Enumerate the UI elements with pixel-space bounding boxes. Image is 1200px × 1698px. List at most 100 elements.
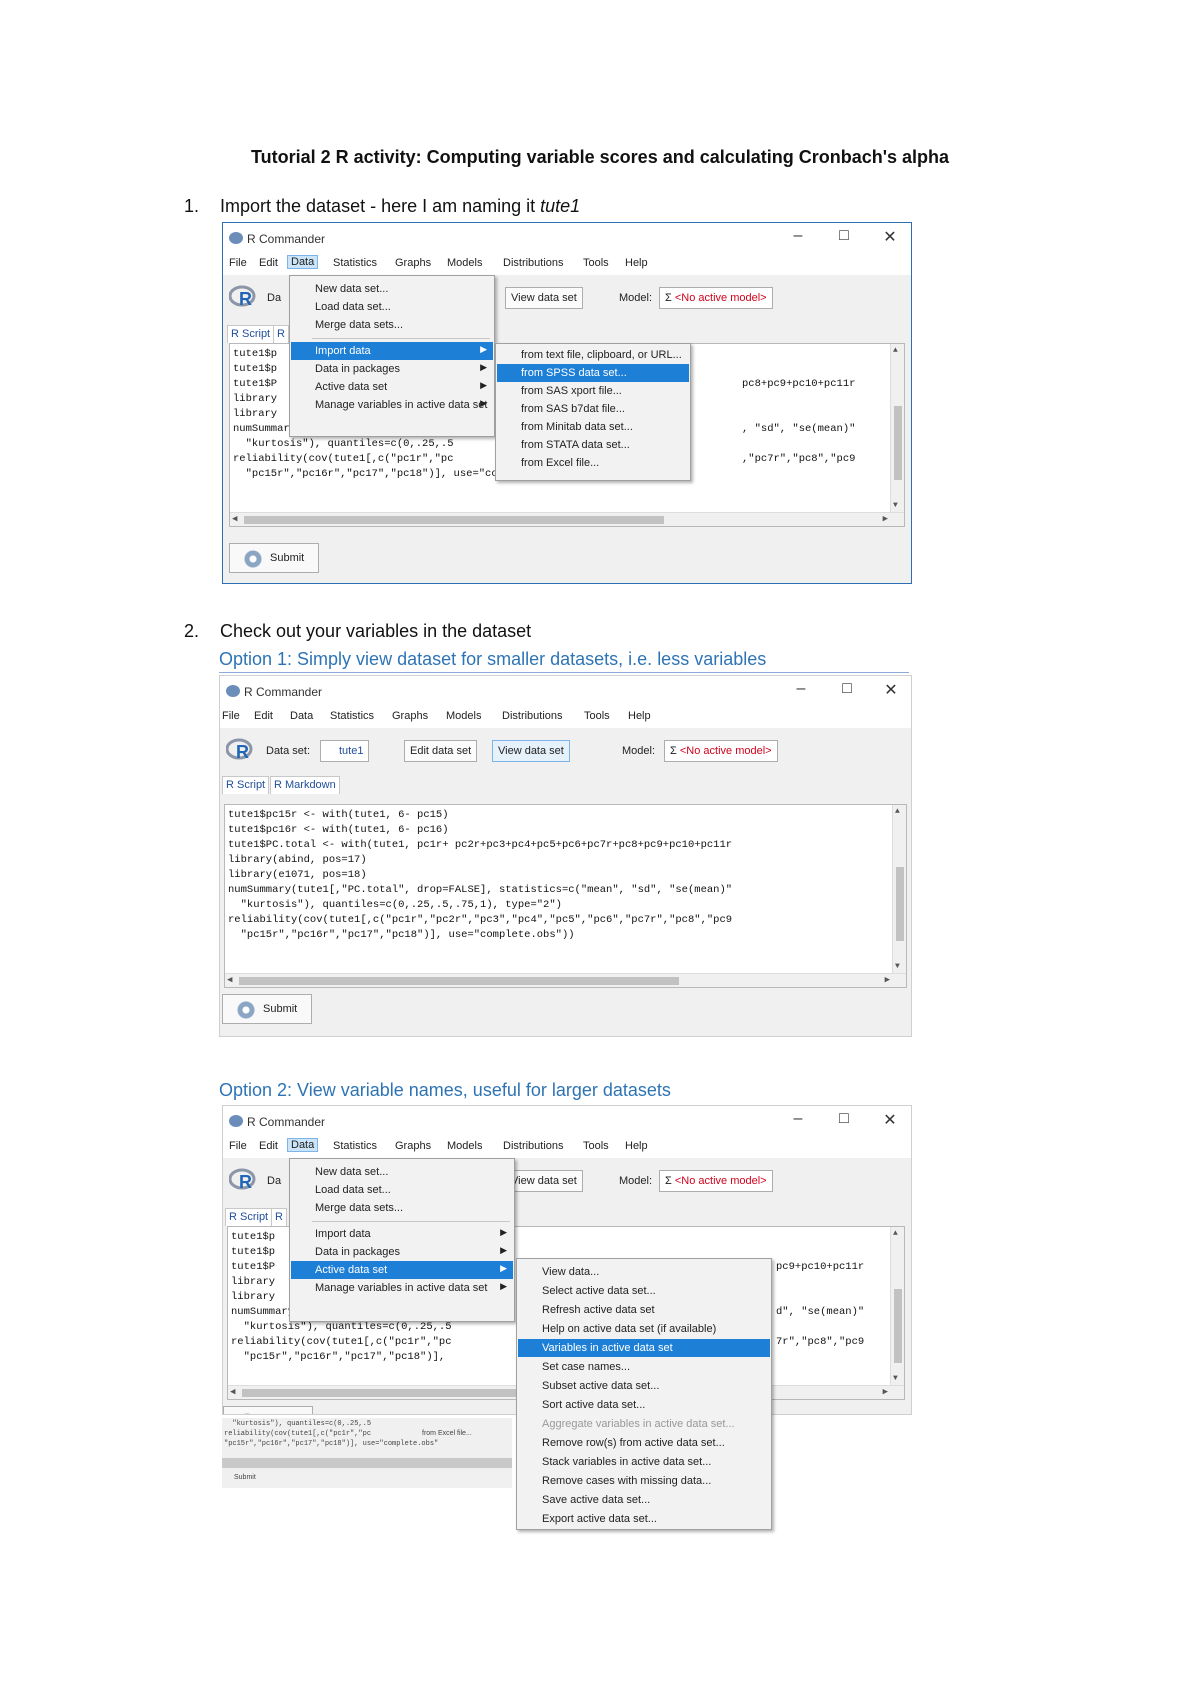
menu-item-load-dataset[interactable]: Load data set... <box>291 298 493 316</box>
menu-file[interactable]: File <box>222 710 240 722</box>
scroll-down-icon[interactable]: ▼ <box>893 1374 898 1383</box>
close-icon[interactable]: ✕ <box>875 227 905 247</box>
menu-models[interactable]: Models <box>447 257 482 269</box>
model-selector[interactable]: Σ <No active model> <box>659 287 773 309</box>
model-selector[interactable]: Σ <No active model> <box>664 740 778 762</box>
menu-item-from-spss[interactable]: from SPSS data set... <box>497 364 689 382</box>
tab-r-markdown[interactable]: R <box>271 1208 287 1226</box>
menu-tools[interactable]: Tools <box>583 1140 609 1152</box>
menu-item-active-dataset[interactable]: Active data set ▶ <box>291 378 493 396</box>
menu-item-manage-variables[interactable]: Manage variables in active data set ▶ <box>291 396 493 414</box>
tab-r-markdown[interactable]: R <box>273 325 289 343</box>
menu-distributions[interactable]: Distributions <box>503 1140 564 1152</box>
menu-item-from-sas-xport[interactable]: from SAS xport file... <box>497 382 689 400</box>
vertical-scrollbar[interactable]: ▲ ▼ <box>892 805 906 973</box>
scroll-thumb[interactable] <box>894 1289 902 1363</box>
menu-models[interactable]: Models <box>446 710 481 722</box>
menu-item-import-data[interactable]: Import data ▶ <box>291 1225 513 1243</box>
close-icon[interactable]: ✕ <box>876 680 906 700</box>
minimize-icon[interactable]: – <box>783 1110 813 1128</box>
scroll-up-icon[interactable]: ▲ <box>893 346 898 355</box>
menu-help[interactable]: Help <box>625 257 648 269</box>
menu-item-load-dataset[interactable]: Load data set... <box>291 1181 513 1199</box>
menu-item-from-stata[interactable]: from STATA data set... <box>497 436 689 454</box>
scroll-right-icon[interactable]: ▶ <box>883 514 888 524</box>
menu-item-select-active-dataset[interactable]: Select active data set... <box>518 1282 770 1300</box>
tab-r-script[interactable]: R Script <box>225 1208 273 1226</box>
menu-tools[interactable]: Tools <box>584 710 610 722</box>
menu-item-variables-in-active-dataset[interactable]: Variables in active data set <box>518 1339 770 1357</box>
menu-item-from-excel[interactable]: from Excel file... <box>497 454 689 472</box>
menu-item-remove-missing-cases[interactable]: Remove cases with missing data... <box>518 1472 770 1490</box>
menu-distributions[interactable]: Distributions <box>503 257 564 269</box>
menu-edit[interactable]: Edit <box>254 710 273 722</box>
menu-item-merge-datasets[interactable]: Merge data sets... <box>291 316 493 334</box>
menu-statistics[interactable]: Statistics <box>333 1140 377 1152</box>
menu-help[interactable]: Help <box>625 1140 648 1152</box>
scroll-down-icon[interactable]: ▼ <box>895 962 900 971</box>
menu-graphs[interactable]: Graphs <box>395 1140 431 1152</box>
menu-edit[interactable]: Edit <box>259 1140 278 1152</box>
scroll-thumb[interactable] <box>894 406 902 480</box>
scroll-left-icon[interactable]: ◀ <box>232 514 237 524</box>
menu-item-remove-rows[interactable]: Remove row(s) from active data set... <box>518 1434 770 1452</box>
menu-item-export-active-dataset[interactable]: Export active data set... <box>518 1510 770 1528</box>
menu-graphs[interactable]: Graphs <box>395 257 431 269</box>
scroll-thumb[interactable] <box>896 867 904 941</box>
view-dataset-button[interactable]: View data set <box>492 740 570 762</box>
model-selector[interactable]: Σ <No active model> <box>659 1170 773 1192</box>
menu-item-sort-active-dataset[interactable]: Sort active data set... <box>518 1396 770 1414</box>
menu-item-from-sas-b7dat[interactable]: from SAS b7dat file... <box>497 400 689 418</box>
view-dataset-button[interactable]: View data set <box>505 287 583 309</box>
menu-distributions[interactable]: Distributions <box>502 710 563 722</box>
edit-dataset-button[interactable]: Edit data set <box>404 740 478 762</box>
view-dataset-button[interactable]: View data set <box>505 1170 583 1192</box>
script-editor[interactable]: tute1$pc15r <- with(tute1, 6- pc15) tute… <box>224 804 907 988</box>
menu-file[interactable]: File <box>229 1140 247 1152</box>
scroll-up-icon[interactable]: ▲ <box>893 1229 898 1238</box>
scroll-right-icon[interactable]: ▶ <box>883 1387 888 1397</box>
menu-statistics[interactable]: Statistics <box>333 257 377 269</box>
scroll-left-icon[interactable]: ◀ <box>227 975 232 985</box>
submit-button[interactable]: Submit <box>229 543 319 573</box>
menu-item-active-dataset[interactable]: Active data set ▶ <box>291 1261 513 1279</box>
menu-item-set-case-names[interactable]: Set case names... <box>518 1358 770 1376</box>
scroll-left-icon[interactable]: ◀ <box>230 1387 235 1397</box>
menu-item-view-data[interactable]: View data... <box>518 1263 770 1281</box>
minimize-icon[interactable]: – <box>783 227 813 245</box>
menu-models[interactable]: Models <box>447 1140 482 1152</box>
menu-data[interactable]: Data <box>287 255 319 269</box>
vertical-scrollbar[interactable]: ▲ ▼ <box>890 344 904 512</box>
tab-r-markdown[interactable]: R Markdown <box>270 776 340 794</box>
menu-item-subset-active-dataset[interactable]: Subset active data set... <box>518 1377 770 1395</box>
vertical-scrollbar[interactable]: ▲ ▼ <box>890 1227 904 1385</box>
menu-item-import-data[interactable]: Import data ▶ <box>291 342 493 360</box>
menu-item-stack-variables[interactable]: Stack variables in active data set... <box>518 1453 770 1471</box>
menu-item-from-minitab[interactable]: from Minitab data set... <box>497 418 689 436</box>
menu-data[interactable]: Data <box>287 1138 319 1152</box>
menu-data[interactable]: Data <box>290 710 313 722</box>
menu-statistics[interactable]: Statistics <box>330 710 374 722</box>
horizontal-scrollbar[interactable]: ◀ ▶ <box>230 512 904 526</box>
scroll-down-icon[interactable]: ▼ <box>893 501 898 510</box>
minimize-icon[interactable]: – <box>786 680 816 698</box>
scroll-up-icon[interactable]: ▲ <box>895 807 900 816</box>
maximize-icon[interactable]: □ <box>829 1110 859 1128</box>
horizontal-scrollbar[interactable]: ◀ ▶ <box>225 973 906 987</box>
menu-edit[interactable]: Edit <box>259 257 278 269</box>
menu-item-save-active-dataset[interactable]: Save active data set... <box>518 1491 770 1509</box>
menu-item-manage-variables[interactable]: Manage variables in active data set ▶ <box>291 1279 513 1297</box>
close-icon[interactable]: ✕ <box>875 1110 905 1130</box>
menu-item-new-dataset[interactable]: New data set... <box>291 280 493 298</box>
menu-item-new-dataset[interactable]: New data set... <box>291 1163 513 1181</box>
menu-item-data-in-packages[interactable]: Data in packages ▶ <box>291 1243 513 1261</box>
scroll-right-icon[interactable]: ▶ <box>885 975 890 985</box>
submit-button[interactable]: Submit <box>222 994 312 1024</box>
menu-help[interactable]: Help <box>628 710 651 722</box>
tab-r-script[interactable]: R Script <box>222 776 270 794</box>
maximize-icon[interactable]: □ <box>832 680 862 698</box>
scroll-thumb[interactable] <box>239 977 679 985</box>
menu-tools[interactable]: Tools <box>583 257 609 269</box>
submit-button[interactable]: Submit <box>223 1406 313 1414</box>
tab-r-script[interactable]: R Script <box>227 325 275 343</box>
